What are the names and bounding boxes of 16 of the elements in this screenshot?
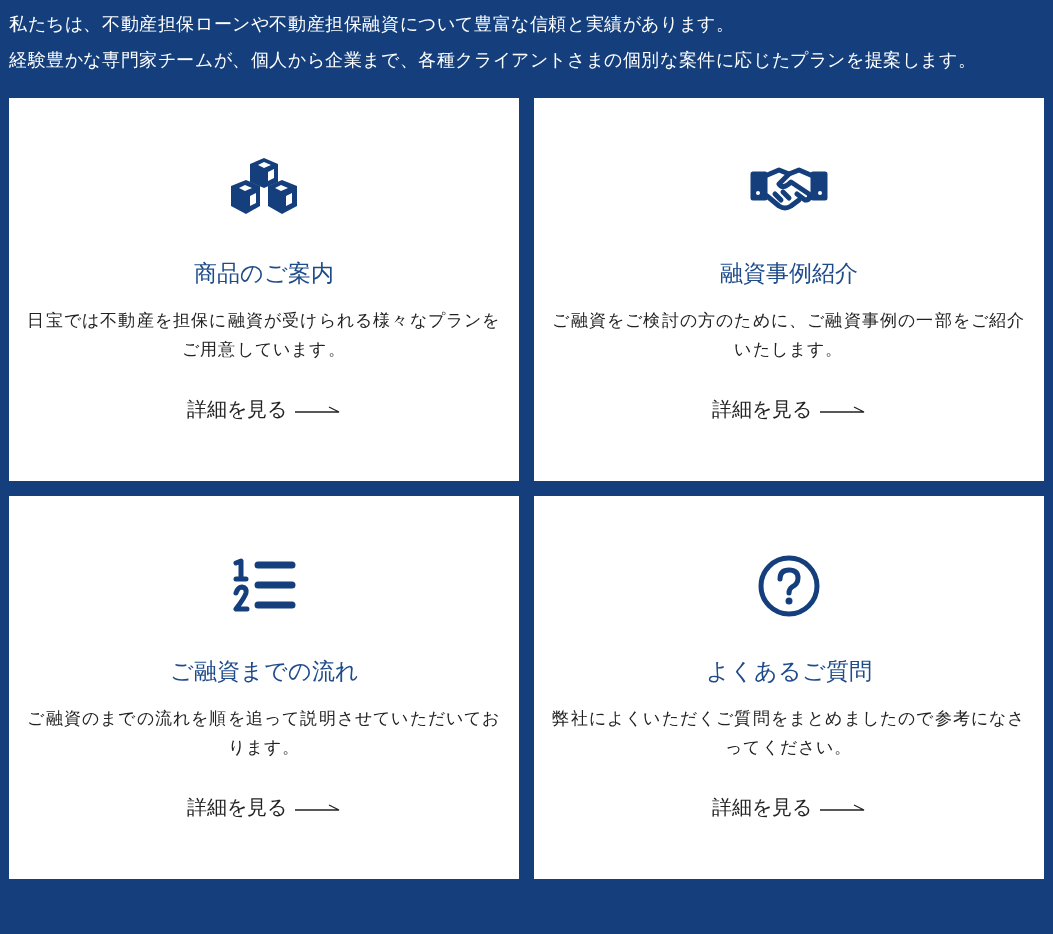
details-link[interactable]: 詳細を見る <box>712 794 866 821</box>
card-title: 融資事例紹介 <box>720 259 858 288</box>
card-description: ご融資のまでの流れを順を追って説明させていただいております。 <box>26 707 502 759</box>
card-description: ご融資をご検討の方のために、ご融資事例の一部をご紹介いたします。 <box>551 309 1027 361</box>
card-title: ご融資までの流れ <box>169 657 359 686</box>
question-icon <box>757 554 821 618</box>
numbered-list-icon <box>232 557 296 615</box>
card-title: 商品のご案内 <box>194 259 334 288</box>
intro-text: 私たちは、不動産担保ローンや不動産担保融資について豊富な信頼と実績があります。 <box>9 12 736 36</box>
details-link[interactable]: 詳細を見る <box>187 396 341 423</box>
details-link[interactable]: 詳細を見る <box>712 396 866 423</box>
card-description: 日宝では不動産を担保に融資が受けられる様々なプランをご用意しています。 <box>26 309 502 361</box>
details-link[interactable]: 詳細を見る <box>187 794 341 821</box>
card-description: 弊社によくいただくご質問をまとめましたので参考になさってください。 <box>551 707 1027 759</box>
card-title: よくあるご質問 <box>706 657 872 686</box>
intro-text: 経験豊かな専門家チームが、個人から企業まで、各種クライアントさまの個別な案件に応じたプランを提案します。 <box>9 48 978 72</box>
